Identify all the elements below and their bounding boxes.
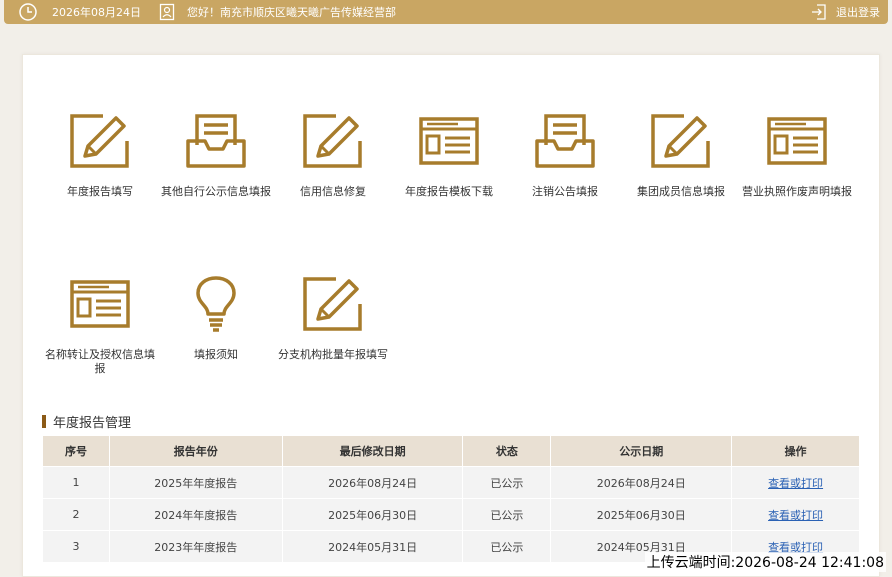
header-report-year: 报告年份 <box>108 435 283 467</box>
header-last-modified: 最后修改日期 <box>281 435 464 467</box>
header-publish-date: 公示日期 <box>550 435 733 467</box>
tile-label: 年度报告模板下载 <box>405 185 493 198</box>
section-title: 年度报告管理 <box>42 412 131 431</box>
tile-credit-repair[interactable]: 信用信息修复 <box>273 113 393 199</box>
logout-label: 退出登录 <box>836 6 880 19</box>
current-date: 2026年08月24日 <box>52 6 141 19</box>
cell-index: 1 <box>42 466 110 499</box>
cell-status: 已公示 <box>462 530 552 563</box>
inbox-tray-icon <box>535 114 595 168</box>
cell-status: 已公示 <box>462 498 552 531</box>
cell-last-modified: 2026年08月24日 <box>281 466 464 499</box>
cell-index: 3 <box>42 530 110 563</box>
cell-last-modified: 2025年06月30日 <box>281 498 464 531</box>
cell-index: 2 <box>42 498 110 531</box>
top-bar: 2026年08月24日 您好！南充市顺庆区曦天曦广告传媒经营部 退出登录 <box>4 0 888 24</box>
cell-publish-date: 2026年08月24日 <box>550 466 733 499</box>
tile-branch-batch-report[interactable]: 分支机构批量年报填写 <box>273 276 393 362</box>
tile-label: 分支机构批量年报填写 <box>278 348 388 361</box>
cell-report-year: 2025年年度报告 <box>108 466 283 499</box>
header-actions: 操作 <box>731 435 860 467</box>
annual-report-table: 序号 报告年份 最后修改日期 状态 公示日期 操作 1 2025年年度报告 20… <box>42 435 860 563</box>
logout-icon <box>810 3 828 21</box>
cell-status: 已公示 <box>462 466 552 499</box>
main-panel: 年度报告填写 其他自行公示信息填报 信用信息修复 年度报告模板下载 注销公告填报… <box>22 54 880 577</box>
tile-label: 年度报告填写 <box>67 185 133 198</box>
cell-actions: 查看或打印 <box>731 498 860 531</box>
form-window-icon <box>419 117 479 165</box>
tile-name-transfer[interactable]: 名称转让及授权信息填报 <box>40 276 160 376</box>
view-print-link[interactable]: 查看或打印 <box>768 477 823 490</box>
tile-filing-guide[interactable]: 填报须知 <box>156 276 276 362</box>
table-row: 2 2024年年度报告 2025年06月30日 已公示 2025年06月30日 … <box>42 498 860 531</box>
tile-license-void-statement[interactable]: 营业执照作废声明填报 <box>737 113 857 199</box>
pen-edit-icon <box>70 114 129 168</box>
tile-label: 集团成员信息填报 <box>637 185 725 198</box>
tile-label: 信用信息修复 <box>300 185 366 198</box>
form-window-icon <box>70 280 130 328</box>
tile-label: 注销公告填报 <box>532 185 598 198</box>
form-window-icon <box>767 117 827 165</box>
tile-template-download[interactable]: 年度报告模板下载 <box>389 113 509 199</box>
pen-edit-icon <box>303 277 362 331</box>
cell-publish-date: 2025年06月30日 <box>550 498 733 531</box>
logout-button[interactable]: 退出登录 <box>810 0 880 24</box>
clock-icon <box>18 2 38 22</box>
table-row: 1 2025年年度报告 2026年08月24日 已公示 2026年08月24日 … <box>42 466 860 499</box>
tile-label: 营业执照作废声明填报 <box>742 185 852 198</box>
tile-other-public-info[interactable]: 其他自行公示信息填报 <box>156 113 276 199</box>
section-title-text: 年度报告管理 <box>53 416 132 431</box>
user-card-icon <box>159 3 177 21</box>
tile-label: 填报须知 <box>194 348 238 361</box>
cell-report-year: 2023年年度报告 <box>108 530 283 563</box>
pen-edit-icon <box>303 114 362 168</box>
table-header-row: 序号 报告年份 最后修改日期 状态 公示日期 操作 <box>42 435 860 467</box>
tile-annual-report-fill[interactable]: 年度报告填写 <box>40 113 160 199</box>
pen-edit-icon <box>651 114 710 168</box>
cell-report-year: 2024年年度报告 <box>108 498 283 531</box>
cell-last-modified: 2024年05月31日 <box>281 530 464 563</box>
inbox-tray-icon <box>186 114 246 168</box>
upload-timestamp-watermark: 上传云端时间:2026-08-24 12:41:08 <box>644 552 886 572</box>
header-status: 状态 <box>462 435 552 467</box>
tile-label: 名称转让及授权信息填报 <box>45 348 155 375</box>
tile-group-members[interactable]: 集团成员信息填报 <box>621 113 741 199</box>
view-print-link[interactable]: 查看或打印 <box>768 509 823 522</box>
greeting-text: 您好！南充市顺庆区曦天曦广告传媒经营部 <box>187 6 396 19</box>
tile-cancellation-notice[interactable]: 注销公告填报 <box>505 113 625 199</box>
section-marker <box>42 415 46 428</box>
tile-label: 其他自行公示信息填报 <box>161 185 271 198</box>
lightbulb-icon <box>196 276 236 332</box>
header-index: 序号 <box>42 435 110 467</box>
cell-actions: 查看或打印 <box>731 466 860 499</box>
